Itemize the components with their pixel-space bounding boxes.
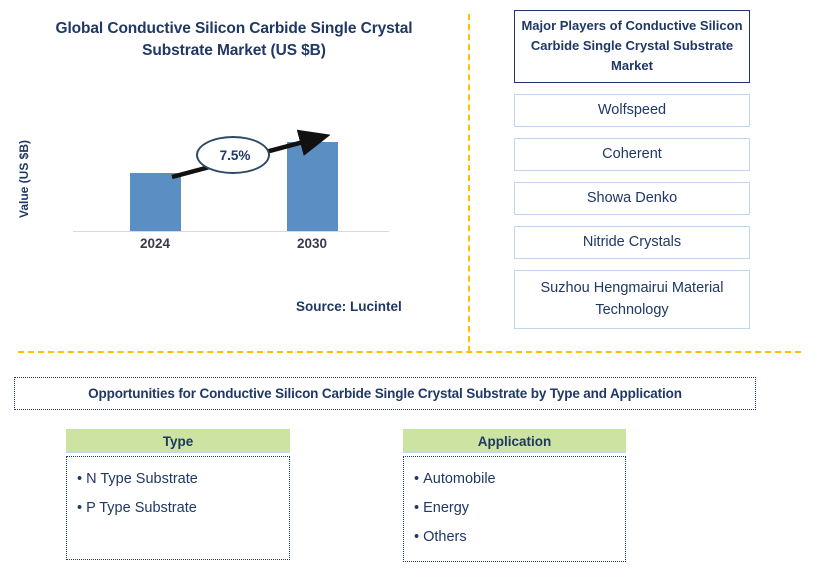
list-item-label: Automobile	[423, 471, 496, 487]
list-item-label: P Type Substrate	[86, 500, 197, 516]
source-label: Source: Lucintel	[296, 299, 402, 314]
player-item-showa-denko[interactable]: Showa Denko	[514, 182, 750, 215]
list-item: • Others	[414, 523, 625, 552]
list-item: • Automobile	[414, 465, 625, 494]
segment-column-type: Type • N Type Substrate • P Type Substrate	[66, 429, 290, 560]
bullet-icon: •	[414, 471, 420, 487]
x-tick-2024: 2024	[139, 236, 171, 251]
player-item-coherent[interactable]: Coherent	[514, 138, 750, 171]
segment-header-application: Application	[403, 429, 626, 453]
y-axis-label: Value (US $B)	[17, 139, 31, 219]
player-item-nitride-crystals[interactable]: Nitride Crystals	[514, 226, 750, 259]
segment-list-type: • N Type Substrate • P Type Substrate	[66, 456, 290, 560]
player-item-wolfspeed[interactable]: Wolfspeed	[514, 94, 750, 127]
vertical-divider	[468, 14, 470, 352]
chart-title: Global Conductive Silicon Carbide Single…	[55, 20, 413, 59]
market-chart-panel: Global Conductive Silicon Carbide Single…	[0, 0, 468, 352]
cagr-badge: 7.5%	[196, 136, 270, 174]
segment-column-application: Application • Automobile • Energy • Others	[403, 429, 626, 562]
x-tick-2030: 2030	[296, 236, 328, 251]
bullet-icon: •	[77, 500, 83, 516]
list-item-label: Others	[423, 529, 467, 545]
list-item: • N Type Substrate	[77, 465, 289, 494]
opportunities-banner: Opportunities for Conductive Silicon Car…	[14, 377, 756, 410]
x-axis-line	[73, 231, 389, 232]
list-item: • P Type Substrate	[77, 494, 289, 523]
list-item-label: N Type Substrate	[86, 471, 198, 487]
major-players-header: Major Players of Conductive Silicon Carb…	[514, 10, 750, 83]
bullet-icon: •	[414, 529, 420, 545]
segment-list-application: • Automobile • Energy • Others	[403, 456, 626, 562]
player-item-suzhou-hengmairui[interactable]: Suzhou Hengmairui Material Technology	[514, 270, 750, 329]
bullet-icon: •	[77, 471, 83, 487]
cagr-value: 7.5%	[219, 148, 251, 163]
bullet-icon: •	[414, 500, 420, 516]
segment-header-type: Type	[66, 429, 290, 453]
bar-chart: Value (US $B) 7.5% 2024 2030	[0, 120, 468, 260]
list-item: • Energy	[414, 494, 625, 523]
list-item-label: Energy	[423, 500, 470, 516]
major-players-panel: Major Players of Conductive Silicon Carb…	[514, 10, 750, 329]
